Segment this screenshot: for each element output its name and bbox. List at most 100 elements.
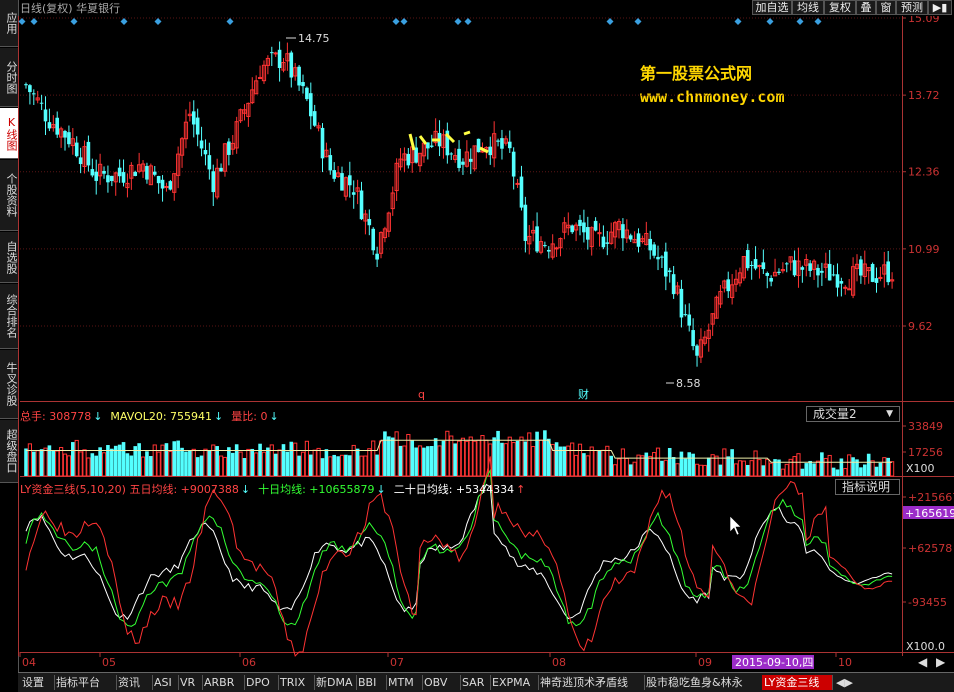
bottom-tab-11[interactable]: OBV xyxy=(422,675,461,690)
bottom-tab-15[interactable]: 股市稳吃鱼身&林永 xyxy=(644,675,763,690)
arrow-down-icon: ↓ xyxy=(241,483,250,496)
bottom-tab-4[interactable]: VR xyxy=(178,675,203,690)
nav-item-2[interactable]: K线图 xyxy=(0,108,18,159)
candle-body xyxy=(582,222,586,232)
volume-bar xyxy=(32,452,36,476)
volume-bar xyxy=(492,437,496,476)
bottom-tab-10[interactable]: MTM xyxy=(386,675,423,690)
low-price-label: 8.58 xyxy=(676,377,701,390)
time-axis: 040506070809102015-09-10,四◀▶ xyxy=(20,652,946,669)
volume-bar xyxy=(375,455,379,476)
volume-bar xyxy=(442,441,446,476)
candle-body xyxy=(340,173,344,190)
candle-body xyxy=(570,225,574,232)
nav-item-6[interactable]: 牛叉诊股 xyxy=(0,350,18,419)
bottom-tab-1[interactable]: 指标平台 xyxy=(54,675,117,690)
indicator-help-button[interactable]: 指标说明 xyxy=(835,479,900,495)
volume-bar xyxy=(614,465,617,476)
candle-body xyxy=(695,346,699,356)
price-tick-label: 12.36 xyxy=(908,166,940,179)
volume-bar xyxy=(695,464,698,476)
volume-bar xyxy=(94,456,98,476)
candle-body xyxy=(508,142,512,148)
volume-indicator-select[interactable]: 成交量2 ▼ xyxy=(806,406,900,422)
volume-bar xyxy=(684,459,688,476)
toolbar-button-6[interactable]: ▶▮ xyxy=(928,0,952,15)
candle-body xyxy=(75,143,79,157)
toolbar-button-3[interactable]: 叠 xyxy=(856,0,876,15)
volume-bar xyxy=(430,446,434,476)
bottom-tab-12[interactable]: SAR xyxy=(460,675,491,690)
bottom-tab-7[interactable]: TRIX xyxy=(278,675,315,690)
bottom-tab-3[interactable]: ASI xyxy=(152,675,179,690)
volume-bar xyxy=(87,458,90,476)
volume-bar xyxy=(309,455,313,476)
top-bar: 日线(复权) 华夏银行 加自选均线复权叠窗预测▶▮ xyxy=(18,0,954,16)
toolbar-button-1[interactable]: 均线 xyxy=(792,0,824,15)
candle-body xyxy=(44,110,48,122)
candle-body xyxy=(106,175,110,182)
volume-bar xyxy=(387,436,391,476)
kline-chart[interactable]: q财 14.758.58 15.0913.7212.3610.999.62 33… xyxy=(18,16,954,672)
toolbar-button-0[interactable]: 加自选 xyxy=(752,0,792,15)
volume-bar xyxy=(40,449,44,476)
volume-bar xyxy=(867,454,871,476)
event-diamond-icon xyxy=(19,18,26,25)
toolbar-button-2[interactable]: 复权 xyxy=(824,0,856,15)
toolbar-button-4[interactable]: 窗 xyxy=(876,0,896,15)
candle-body xyxy=(274,53,277,54)
candle-body xyxy=(680,289,684,318)
nav-item-3[interactable]: 个股资料 xyxy=(0,160,18,231)
volume-bar xyxy=(649,456,652,476)
volume-bar xyxy=(770,463,773,476)
scroll-right-icon[interactable]: ▶ xyxy=(936,655,946,669)
bottom-tab-13[interactable]: EXPMA xyxy=(490,675,539,690)
tab-scroll-arrows-icon[interactable]: ◀▶ xyxy=(834,675,855,690)
volume-bar xyxy=(286,452,290,476)
volume-bar xyxy=(418,446,421,476)
volume-bar xyxy=(450,436,453,476)
nav-item-0[interactable]: 应用 xyxy=(0,0,18,47)
nav-item-1[interactable]: 分时图 xyxy=(0,48,18,107)
volume-bar xyxy=(734,464,737,476)
volume-bar xyxy=(808,461,812,476)
candle-body xyxy=(543,245,547,246)
volume-bar xyxy=(840,458,844,476)
volume-bar xyxy=(379,441,382,476)
nav-item-7[interactable]: 超级盘口 xyxy=(0,420,18,483)
volume-bar xyxy=(250,449,254,476)
nav-item-4[interactable]: 自选股 xyxy=(0,232,18,283)
candle-body xyxy=(133,172,137,176)
bottom-tab-0[interactable]: 设置 xyxy=(20,675,55,690)
event-diamond-icon xyxy=(227,18,234,25)
bottom-tab-8[interactable]: 新DMA xyxy=(314,675,357,690)
bottom-tab-2[interactable]: 资讯 xyxy=(116,675,153,690)
volume-bar xyxy=(446,431,449,476)
volume-bar xyxy=(571,443,574,476)
volume-bar xyxy=(399,446,403,476)
candle-body xyxy=(313,111,317,126)
volume-bar xyxy=(196,457,200,476)
bottom-tab-6[interactable]: DPO xyxy=(244,675,279,690)
event-diamond-icon xyxy=(607,18,614,25)
volume-bar xyxy=(754,451,757,476)
volume-bar xyxy=(828,455,831,476)
toolbar-button-5[interactable]: 预测 xyxy=(896,0,928,15)
candle-body xyxy=(153,172,157,175)
volume-bar xyxy=(715,456,718,476)
volume-bar xyxy=(758,460,761,476)
volume-bar xyxy=(188,451,192,476)
month-label: 06 xyxy=(242,656,256,669)
bottom-tab-14[interactable]: 神奇逃顶术矛盾线 xyxy=(538,675,645,690)
bottom-tab-9[interactable]: BBI xyxy=(356,675,387,690)
bottom-tab-16[interactable]: LY资金三线 xyxy=(762,675,833,690)
candle-body xyxy=(691,330,695,346)
candle-body xyxy=(828,264,832,281)
nav-item-5[interactable]: 综合排名 xyxy=(0,284,18,349)
scroll-left-icon[interactable]: ◀ xyxy=(918,655,928,669)
indicator-tick-label: +62578 xyxy=(908,542,952,555)
volume-bar xyxy=(844,469,847,476)
volume-bar xyxy=(738,461,741,476)
volume-bar xyxy=(578,444,581,476)
bottom-tab-5[interactable]: ARBR xyxy=(202,675,245,690)
